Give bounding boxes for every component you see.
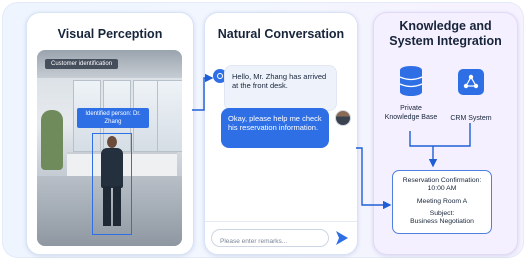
flow-arrows [192,73,471,210]
arrow-crm-to-merge [433,123,471,147]
arrow-conversation-to-integration [356,147,392,210]
arrow-perception-to-conversation [192,73,214,111]
arrow-kb-to-merge [409,131,433,147]
